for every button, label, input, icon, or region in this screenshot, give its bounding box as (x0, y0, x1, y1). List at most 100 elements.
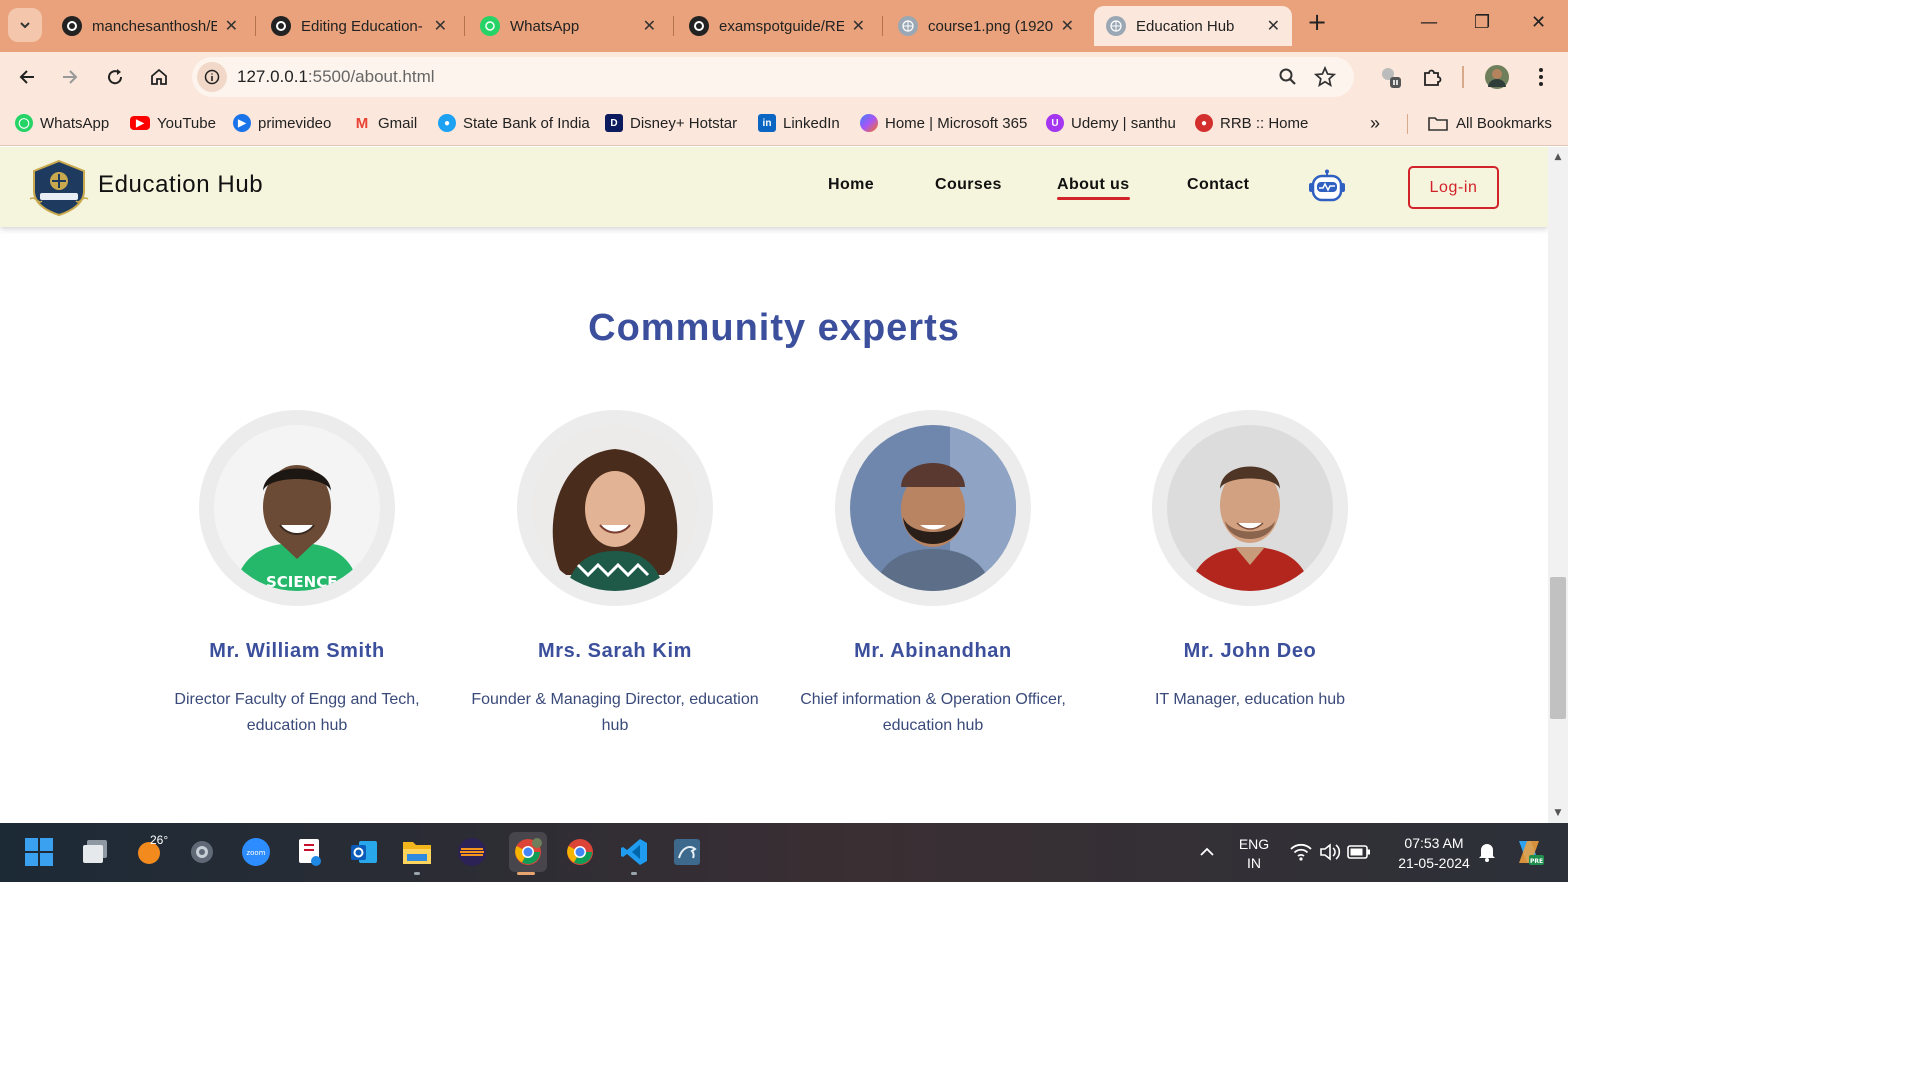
login-button[interactable]: Log-in (1408, 166, 1499, 209)
running-indicator (414, 872, 420, 875)
profile-avatar[interactable] (1484, 64, 1510, 90)
tab-search-button[interactable] (8, 8, 42, 42)
nav-contact[interactable]: Contact (1187, 176, 1249, 194)
globe-icon (898, 16, 918, 36)
close-icon[interactable]: ✕ (225, 16, 238, 36)
task-view-icon[interactable] (78, 835, 112, 869)
menu-kebab-icon[interactable] (1528, 64, 1554, 90)
file-explorer-icon[interactable] (400, 835, 434, 869)
zoom-icon[interactable] (1278, 67, 1298, 91)
avatar (1167, 425, 1333, 591)
bookmarks-overflow-icon[interactable]: » (1370, 112, 1380, 134)
bookmark-rrb[interactable]: ● RRB :: Home (1195, 112, 1308, 134)
expert-card: Mr. John Deo IT Manager, education hub (1091, 410, 1409, 713)
bookmark-linkedin[interactable]: in LinkedIn (758, 112, 840, 134)
reload-icon[interactable] (102, 64, 128, 90)
extension-pause-icon[interactable] (1378, 64, 1404, 90)
battery-icon[interactable] (1342, 835, 1376, 869)
snipping-tool-icon[interactable] (293, 835, 327, 869)
windows-taskbar: 26° zoom ENG IN 07:53 AM 21-05-2024 PRE (0, 823, 1568, 882)
restore-icon[interactable]: ❐ (1474, 12, 1490, 33)
scroll-up-arrow-icon[interactable]: ▲ (1552, 152, 1564, 162)
nav-courses[interactable]: Courses (935, 176, 1002, 194)
vscode-icon[interactable] (617, 835, 651, 869)
hotstar-icon: D (605, 114, 623, 132)
language-indicator[interactable]: ENG IN (1232, 835, 1276, 873)
avatar-ring: SCIENCE (199, 410, 395, 606)
bookmark-star-icon[interactable] (1313, 65, 1337, 92)
bookmark-hotstar[interactable]: D Disney+ Hotstar (605, 112, 737, 134)
all-bookmarks-button[interactable]: All Bookmarks (1428, 112, 1552, 134)
notification-bell-icon[interactable] (1470, 835, 1504, 869)
whatsapp-icon: ◯ (15, 114, 33, 132)
bookmark-gmail[interactable]: M Gmail (353, 112, 417, 134)
browser-tab[interactable]: examspotguide/RE ✕ (677, 6, 877, 46)
expert-role: Founder & Managing Director, education h… (471, 691, 759, 734)
window-close-icon[interactable]: ✕ (1531, 12, 1546, 33)
back-arrow-icon[interactable] (14, 64, 40, 90)
bookmarks-bar: ◯ WhatsApp ▶ YouTube ▶ primevideo M Gmail ● S… (0, 102, 1568, 146)
forward-arrow-icon[interactable] (57, 64, 83, 90)
avatar-ring (517, 410, 713, 606)
bookmark-youtube[interactable]: ▶ YouTube (130, 112, 216, 134)
browser-tab[interactable]: course1.png (1920 ✕ (886, 6, 1086, 46)
mysql-workbench-icon[interactable] (670, 835, 704, 869)
site-header: Education Hub Home Courses About us Cont… (0, 147, 1548, 227)
bookmark-primevideo[interactable]: ▶ primevideo (233, 112, 331, 134)
outlook-icon[interactable] (347, 835, 381, 869)
bookmark-microsoft365[interactable]: Home | Microsoft 365 (860, 112, 1027, 134)
page-scrollbar-track[interactable] (1548, 147, 1568, 823)
close-icon[interactable]: ✕ (643, 16, 656, 36)
expert-role: Director Faculty of Engg and Tech, educa… (174, 691, 420, 734)
home-icon[interactable] (146, 64, 172, 90)
browser-tab-active[interactable]: Education Hub ✕ (1094, 6, 1292, 46)
tab-separator (464, 16, 465, 36)
browser-tab[interactable]: WhatsApp ✕ (468, 6, 668, 46)
bookmark-label: primevideo (258, 114, 332, 132)
close-icon[interactable]: ✕ (1061, 16, 1074, 36)
section-title: Community experts (588, 307, 960, 349)
settings-gear-icon[interactable] (185, 835, 219, 869)
education-hub-logo[interactable] (28, 159, 90, 217)
browser-toolbar: 127.0.0.1:5500/about.html (0, 52, 1568, 102)
bookmark-whatsapp[interactable]: ◯ WhatsApp (15, 112, 109, 134)
linkedin-icon: in (758, 114, 776, 132)
expert-role: IT Manager, education hub (1154, 691, 1346, 708)
bookmark-sbi[interactable]: ● State Bank of India (438, 112, 590, 134)
zoom-app-icon[interactable]: zoom (239, 835, 273, 869)
scroll-down-arrow-icon[interactable]: ▼ (1552, 808, 1564, 818)
close-icon[interactable]: ✕ (434, 16, 447, 36)
browser-tab[interactable]: manchesanthosh/E ✕ (50, 6, 250, 46)
address-bar[interactable]: 127.0.0.1:5500/about.html (192, 57, 1354, 97)
weather-icon[interactable]: 26° (132, 833, 168, 869)
language-secondary: IN (1247, 855, 1261, 871)
site-info-icon[interactable] (197, 62, 227, 92)
bookmark-udemy[interactable]: U Udemy | santhu (1046, 112, 1176, 134)
close-icon[interactable]: ✕ (1267, 16, 1280, 36)
nav-about-us[interactable]: About us (1057, 176, 1130, 200)
eclipse-ide-icon[interactable] (455, 835, 489, 869)
chatbot-robot-icon[interactable] (1308, 169, 1346, 205)
tab-title: WhatsApp (510, 17, 580, 35)
copilot-icon[interactable]: PRE (1512, 835, 1546, 869)
browser-tab[interactable]: Editing Education- ✕ (259, 6, 459, 46)
tab-title: examspotguide/RE (719, 17, 844, 35)
page-scrollbar-thumb[interactable] (1550, 577, 1566, 719)
minimize-icon[interactable]: — (1420, 12, 1438, 33)
extensions-puzzle-icon[interactable] (1419, 64, 1445, 90)
windows-start-icon[interactable] (22, 835, 56, 869)
tab-strip: manchesanthosh/E ✕ Editing Education- ✕ … (0, 0, 1568, 52)
bookmark-label: YouTube (157, 114, 216, 132)
bookmark-label: WhatsApp (40, 114, 110, 132)
bookmark-label: Disney+ Hotstar (630, 114, 738, 132)
new-tab-button[interactable]: + (1307, 8, 1327, 36)
chrome-icon[interactable] (563, 835, 597, 869)
show-hidden-icons-chevron-icon[interactable] (1190, 835, 1224, 869)
site-brand[interactable]: Education Hub (98, 171, 263, 199)
avatar (532, 425, 698, 591)
nav-home[interactable]: Home (828, 176, 874, 194)
clock-time: 07:53 AM (1404, 835, 1464, 851)
close-icon[interactable]: ✕ (852, 16, 865, 36)
chrome-profile-icon[interactable] (509, 832, 547, 872)
clock[interactable]: 07:53 AM 21-05-2024 (1384, 833, 1484, 873)
